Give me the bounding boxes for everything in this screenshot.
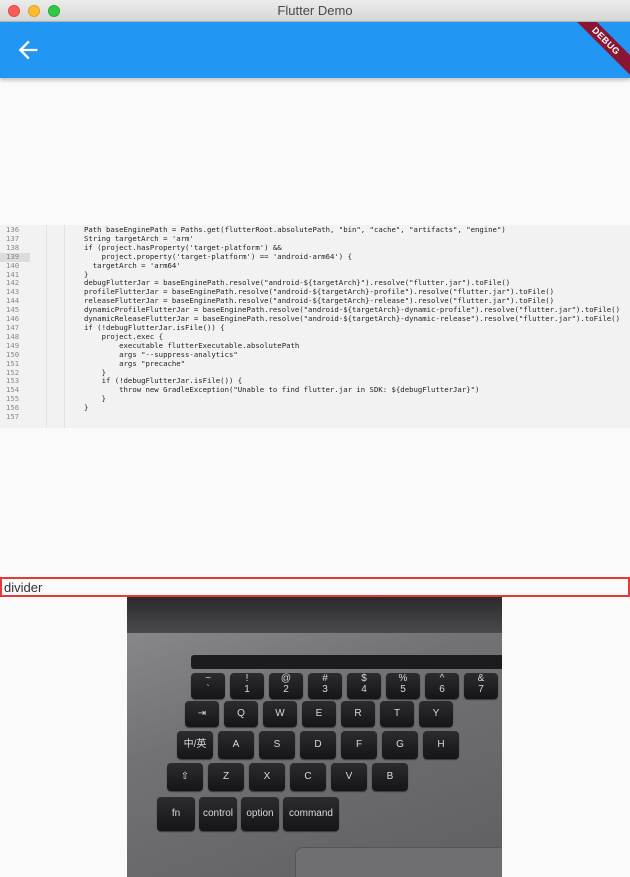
debug-banner: DEBUG bbox=[568, 22, 630, 78]
keyboard-key: ⇥ bbox=[185, 701, 219, 727]
line-number-gutter: 136 137 138 139 140 141 142 143 144 145 146 147 148 1… bbox=[0, 225, 30, 422]
keyboard-key: ^ 6 bbox=[425, 673, 459, 699]
keyboard-key: Z bbox=[208, 763, 244, 791]
keyboard-key: control bbox=[199, 797, 237, 831]
code-screenshot-image: 136 137 138 139 140 141 142 143 144 145 146 147 148 1… bbox=[0, 225, 630, 428]
keyboard-key: ~ ` bbox=[191, 673, 225, 699]
keyboard-key: % 5 bbox=[386, 673, 420, 699]
keyboard-key: Q bbox=[224, 701, 258, 727]
window-title: Flutter Demo bbox=[277, 3, 353, 18]
keyboard-key: X bbox=[249, 763, 285, 791]
back-button[interactable] bbox=[14, 36, 42, 64]
keyboard-key: R bbox=[341, 701, 375, 727]
code-line: if (!debugFlutterJar.isFile()) { bbox=[84, 322, 225, 332]
code-line: } bbox=[84, 394, 106, 404]
indent-guide bbox=[46, 225, 47, 428]
keyboard-key: E bbox=[302, 701, 336, 727]
keyboard-key: $ 4 bbox=[347, 673, 381, 699]
code-line: args "precache" bbox=[84, 358, 186, 368]
keyboard-key: F bbox=[341, 731, 377, 759]
keyboard-key: Y bbox=[419, 701, 453, 727]
window-titlebar: Flutter Demo bbox=[0, 0, 630, 22]
keyboard-key: V bbox=[331, 763, 367, 791]
keyboard-photo: ~ `! 1 @ 2 # 3 $ 4% 5 ^ 6 & 7 ⇥ Q W E R T Y 中/英 A S D F G H… bbox=[127, 597, 502, 877]
keyboard-key: @ 2 bbox=[269, 673, 303, 699]
keyboard-key: command bbox=[283, 797, 339, 831]
arrow-back-icon bbox=[18, 40, 38, 60]
keyboard-key: option bbox=[241, 797, 279, 831]
code-line: targetArch = 'arm64' bbox=[84, 260, 181, 270]
keyboard-key: B bbox=[372, 763, 408, 791]
keyboard-key: & 7 bbox=[464, 673, 498, 699]
keyboard-key: G bbox=[382, 731, 418, 759]
app-bar: DEBUG bbox=[0, 22, 630, 78]
indent-guide bbox=[64, 225, 65, 428]
keyboard-key: H bbox=[423, 731, 459, 759]
keyboard-key: # 3 bbox=[308, 673, 342, 699]
keyboard-key: C bbox=[290, 763, 326, 791]
code-lines: Path baseEnginePath = Paths.get(flutterR… bbox=[84, 225, 620, 422]
code-line: } bbox=[84, 403, 89, 413]
keyboard-key: D bbox=[300, 731, 336, 759]
keyboard-key: W bbox=[263, 701, 297, 727]
keyboard-key: ! 1 bbox=[230, 673, 264, 699]
touch-bar bbox=[191, 655, 502, 669]
keyboard-key: T bbox=[380, 701, 414, 727]
keyboard-key: fn bbox=[157, 797, 195, 831]
keyboard-key: A bbox=[218, 731, 254, 759]
keyboard-key: ⇧ bbox=[167, 763, 203, 791]
trackpad bbox=[295, 847, 502, 877]
divider-label: divider bbox=[4, 580, 43, 595]
keyboard-key: 中/英 bbox=[177, 731, 213, 759]
keyboard-key: S bbox=[259, 731, 295, 759]
code-line: throw new GradleException("Unable to fin… bbox=[84, 385, 480, 395]
laptop-hinge bbox=[127, 597, 502, 633]
divider-container: divider bbox=[0, 577, 630, 597]
line-number: 157 bbox=[6, 412, 20, 422]
